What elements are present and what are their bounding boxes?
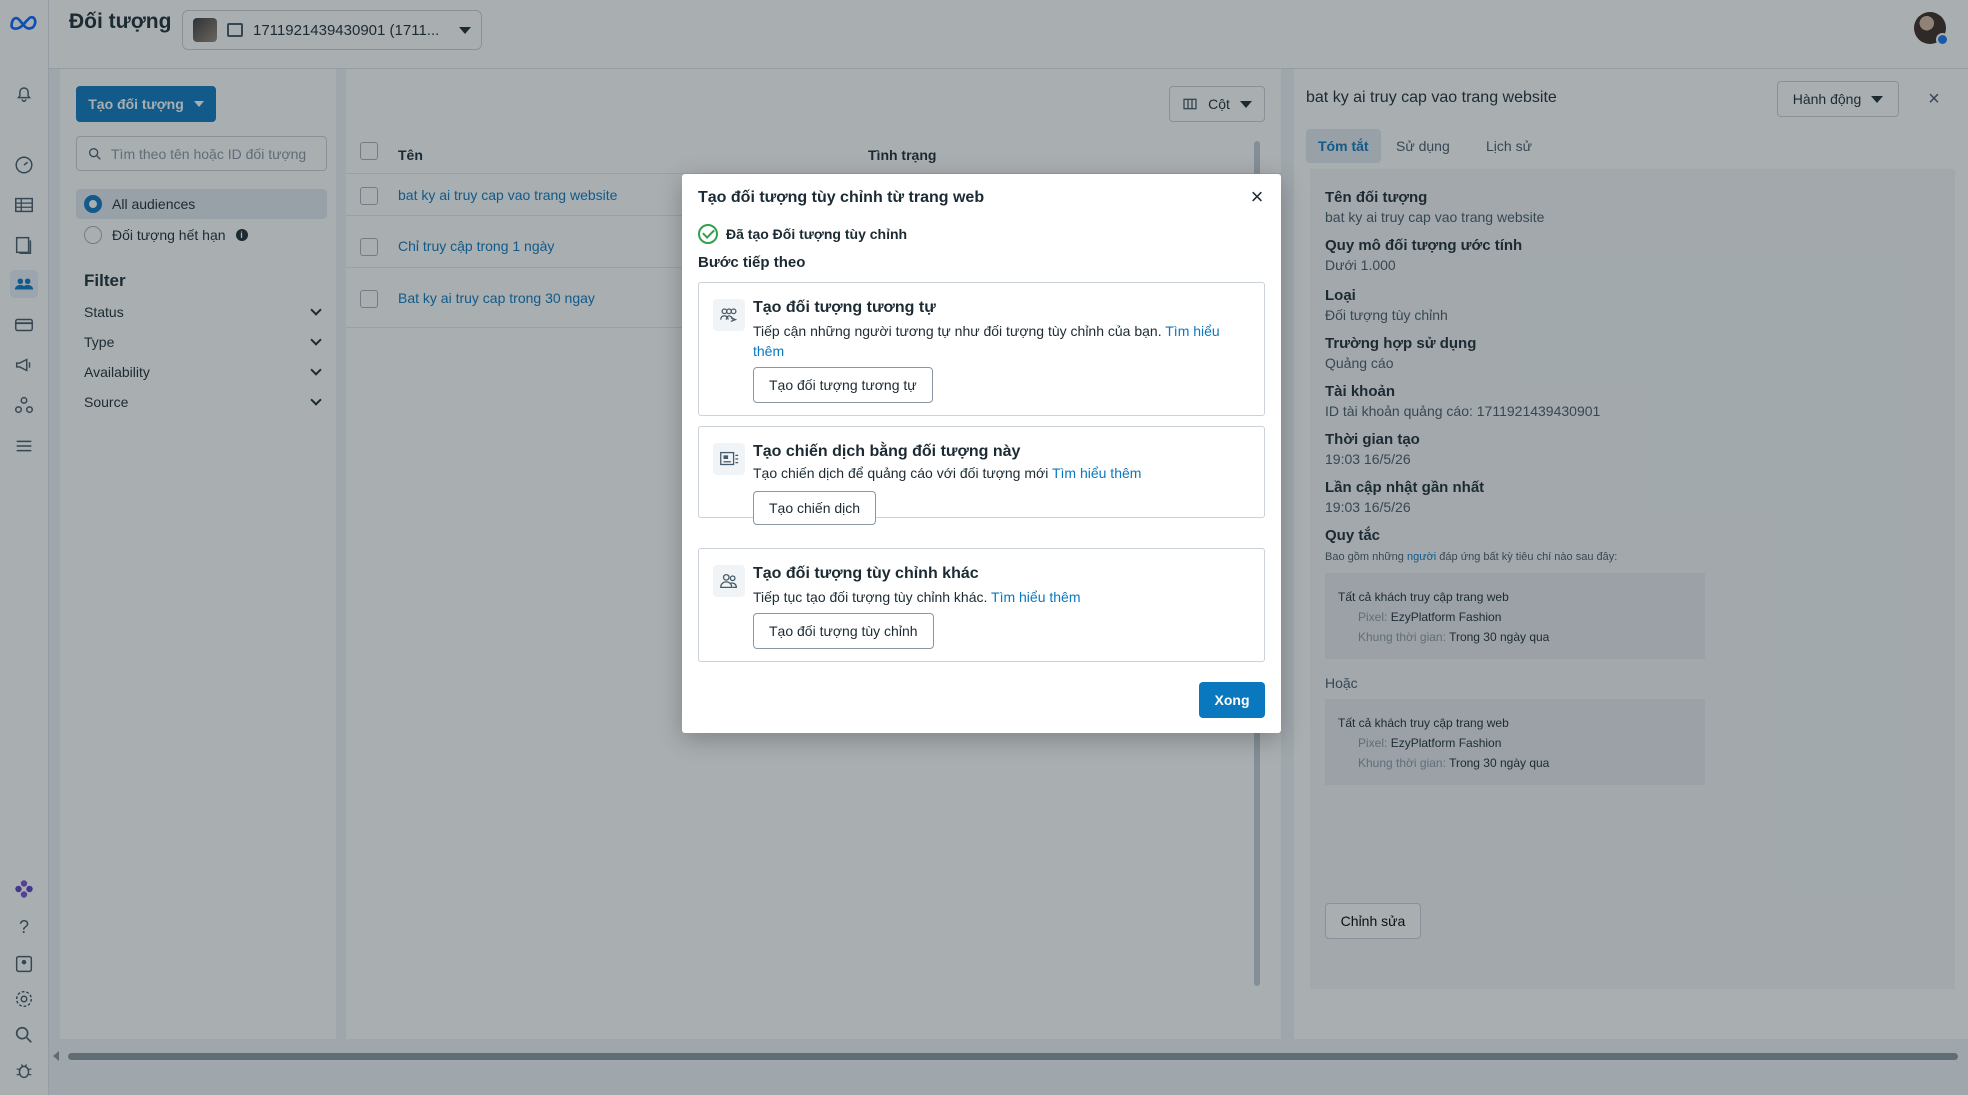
lookalike-people-icon	[713, 299, 745, 331]
card-title: Tạo chiến dịch bằng đối tượng này	[753, 443, 1021, 460]
card-description: Tiếp cận những người tương tự như đối tư…	[753, 321, 1243, 361]
card-desc-text: Tạo chiến dịch để quảng cáo với đối tượn…	[753, 465, 1049, 481]
people-icon	[713, 565, 745, 597]
card-description: Tiếp tục tạo đối tượng tùy chỉnh khác. T…	[753, 587, 1243, 607]
learn-more-link[interactable]: Tìm hiểu thêm	[991, 589, 1080, 605]
create-audience-success-dialog: Tạo đối tượng tùy chỉnh từ trang web × Đ…	[682, 174, 1281, 733]
success-text: Đã tạo Đối tượng tùy chỉnh	[726, 226, 908, 242]
dialog-title: Tạo đối tượng tùy chỉnh từ trang web	[698, 189, 985, 206]
next-steps-heading: Bước tiếp theo	[698, 254, 806, 271]
campaign-icon	[713, 443, 745, 475]
campaign-card: Tạo chiến dịch bằng đối tượng này Tạo ch…	[698, 426, 1265, 525]
close-icon[interactable]: ×	[1246, 186, 1268, 208]
create-lookalike-button[interactable]: Tạo đối tượng tương tự	[753, 367, 933, 403]
card-title: Tạo đối tượng tương tự	[753, 299, 936, 316]
lookalike-card: Tạo đối tượng tương tự Tiếp cận những ng…	[698, 282, 1265, 416]
done-button[interactable]: Xong	[1199, 682, 1265, 718]
card-desc-text: Tiếp cận những người tương tự như đối tư…	[753, 323, 1162, 339]
learn-more-link[interactable]: Tìm hiểu thêm	[1052, 465, 1141, 481]
custom-audience-card: Tạo đối tượng tùy chỉnh khác Tiếp tục tạ…	[698, 548, 1265, 662]
card-title: Tạo đối tượng tùy chỉnh khác	[753, 565, 979, 582]
create-campaign-button[interactable]: Tạo chiến dịch	[753, 491, 877, 525]
card-desc-text: Tiếp tục tạo đối tượng tùy chỉnh khác.	[753, 589, 988, 605]
success-message: Đã tạo Đối tượng tùy chỉnh	[698, 224, 907, 244]
check-circle-icon	[698, 224, 718, 244]
create-custom-audience-button[interactable]: Tạo đối tượng tùy chỉnh	[753, 613, 934, 649]
card-description: Tạo chiến dịch để quảng cáo với đối tượn…	[753, 463, 1243, 483]
